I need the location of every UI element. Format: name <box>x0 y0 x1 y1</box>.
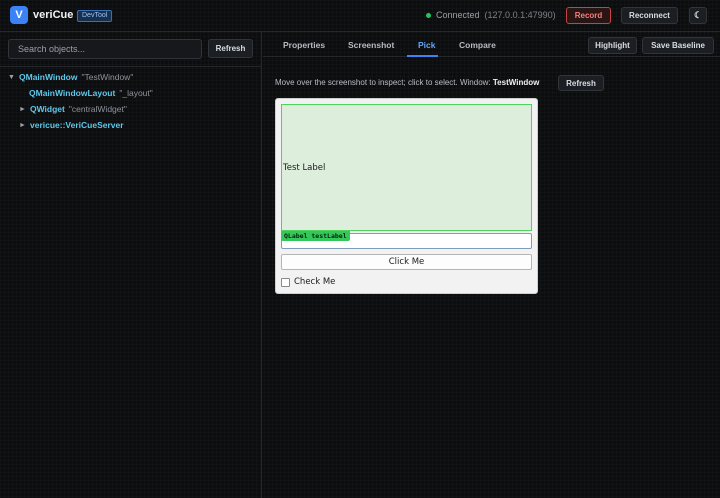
tree-node-class: QMainWindowLayout <box>29 88 116 98</box>
connection-address: (127.0.0.1:47990) <box>484 10 556 20</box>
tab-compare[interactable]: Compare <box>459 40 496 50</box>
theme-toggle-moon-icon[interactable]: ☾ <box>689 7 707 24</box>
collapse-arrow-icon[interactable]: ► <box>19 122 26 129</box>
tree-node-qwidget[interactable]: ► QWidget "centralWidget" <box>19 104 127 114</box>
pick-tag-label: QLabel testLabel <box>281 231 350 241</box>
reconnect-button[interactable]: Reconnect <box>621 7 678 24</box>
window-name: TestWindow <box>492 78 540 87</box>
connection-status: Connected (127.0.0.1:47990) <box>426 10 556 20</box>
connected-dot-icon <box>426 12 431 18</box>
expand-arrow-icon[interactable]: ▼ <box>8 74 15 81</box>
preview-checkbox-label: Check Me <box>294 277 336 287</box>
app-logo-icon: V <box>10 6 28 24</box>
tree-node-object-name: "TestWindow" <box>81 72 134 82</box>
tree-node-object-name: "_layout" <box>119 88 153 98</box>
tab-screenshot[interactable]: Screenshot <box>348 40 394 50</box>
preview-checkbox-row[interactable]: Check Me <box>281 277 335 287</box>
tree-node-class: QMainWindow <box>19 72 78 82</box>
save-baseline-button[interactable]: Save Baseline <box>642 37 714 54</box>
highlighted-widget-test-label[interactable]: Test Label <box>281 104 532 231</box>
tree-refresh-button[interactable]: Refresh <box>208 39 253 58</box>
object-tree-panel: Search objects... Refresh ▼ QMainWindow … <box>0 32 262 498</box>
tab-properties[interactable]: Properties <box>283 40 325 50</box>
devtool-badge: DevTool <box>77 10 113 22</box>
tree-node-vericueserver[interactable]: ► vericue::VeriCueServer <box>19 120 124 130</box>
tab-pick[interactable]: Pick <box>418 40 436 50</box>
inspector-panel: Properties Screenshot Pick Compare Highl… <box>263 32 720 498</box>
tree-node-object-name: "centralWidget" <box>68 104 127 114</box>
active-tab-indicator <box>407 55 438 57</box>
connection-status-text: Connected <box>436 10 480 20</box>
checkbox-icon[interactable] <box>281 277 290 287</box>
record-button[interactable]: Record <box>566 7 611 24</box>
tab-bar: Properties Screenshot Pick Compare Highl… <box>263 32 720 57</box>
pick-hint-text: Move over the screenshot to inspect; cli… <box>275 78 491 87</box>
preview-click-me-button[interactable]: Click Me <box>281 254 532 270</box>
screenshot-preview[interactable]: Test Label QLabel testLabel Click Me Che… <box>275 98 538 294</box>
tree-node-class: QWidget <box>30 104 65 114</box>
app-title: veriCue <box>33 9 74 21</box>
app-header: V veriCue DevTool Connected (127.0.0.1:4… <box>0 0 720 32</box>
highlight-button[interactable]: Highlight <box>588 37 637 54</box>
tree-node-class: vericue::VeriCueServer <box>30 120 124 130</box>
preview-label-text: Test Label <box>283 163 326 173</box>
pick-hint: Move over the screenshot to inspect; cli… <box>275 78 539 87</box>
collapse-arrow-icon[interactable]: ► <box>19 106 26 113</box>
pick-refresh-button[interactable]: Refresh <box>558 75 604 91</box>
tree-node-qmainwindowlayout[interactable]: QMainWindowLayout "_layout" <box>29 88 153 98</box>
divider <box>0 66 262 67</box>
tree-node-qmainwindow[interactable]: ▼ QMainWindow "TestWindow" <box>8 72 133 82</box>
search-input[interactable]: Search objects... <box>8 39 202 59</box>
